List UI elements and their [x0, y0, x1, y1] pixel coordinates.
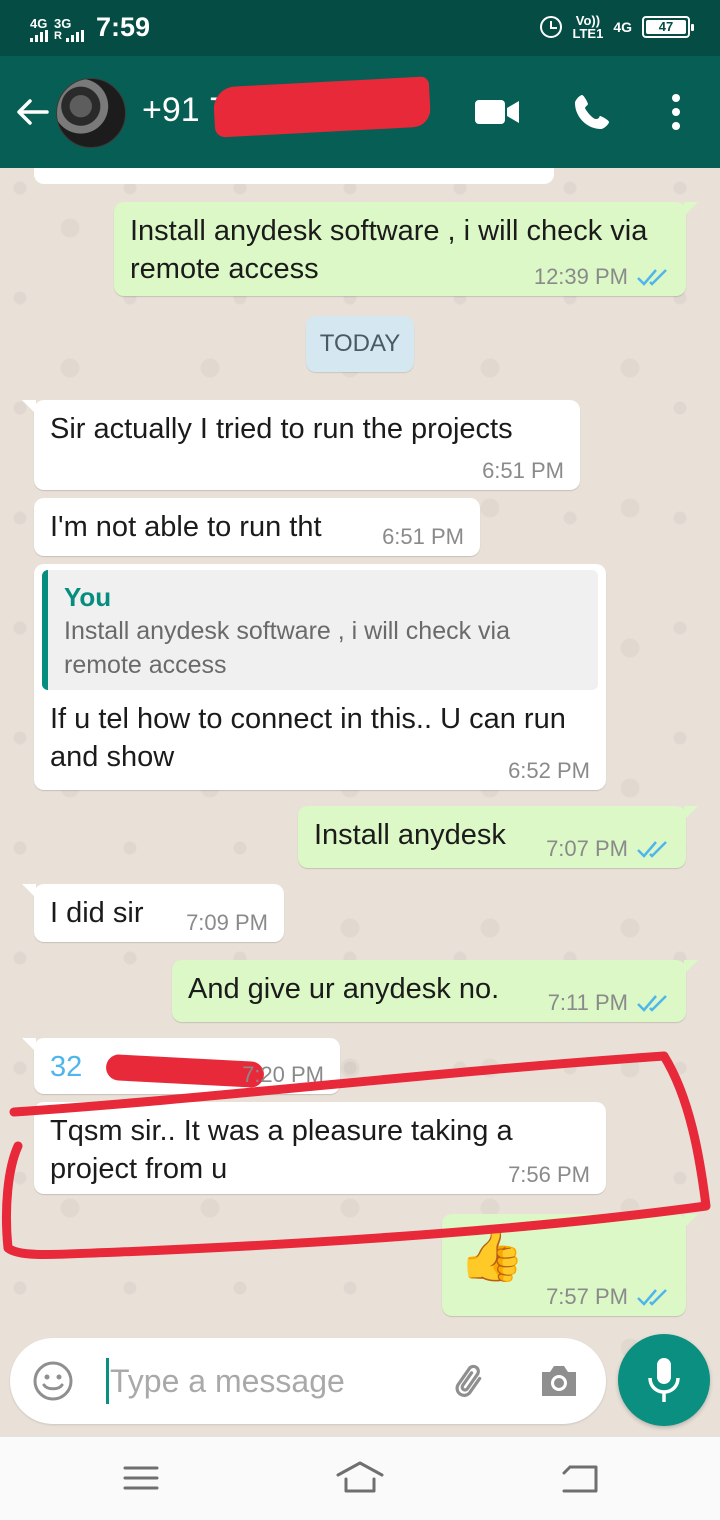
message-outgoing[interactable]: Install anydesk 7:07 PM [298, 806, 698, 868]
message-outgoing[interactable]: And give ur anydesk no. 7:11 PM [172, 960, 698, 1022]
alarm-icon [540, 16, 563, 38]
chat-area[interactable]: Install anydesk software , i will check … [0, 168, 720, 1436]
camera-icon[interactable] [538, 1362, 580, 1400]
signal-bars-icon [30, 30, 48, 42]
signal-bars-icon: R [54, 30, 84, 42]
message-meta: 12:39 PM [534, 264, 670, 290]
quote-author: You [64, 582, 112, 612]
volte-indicator: Vo)) LTE1 [572, 14, 603, 40]
message-meta: 6:52 PM [508, 758, 590, 784]
message-meta: 6:51 PM [482, 458, 564, 484]
previous-message-bubble [34, 168, 554, 184]
message-time: 6:51 PM [482, 458, 564, 483]
message-outgoing[interactable]: Install anydesk software , i will check … [114, 202, 698, 296]
message-meta: 6:51 PM [382, 524, 464, 550]
network-label-1: 4G [30, 16, 48, 31]
roaming-label: R [54, 30, 62, 42]
message-composer [10, 1338, 606, 1424]
double-check-icon [637, 995, 667, 1012]
message-time: 6:52 PM [508, 758, 590, 783]
double-check-icon [637, 269, 667, 286]
message-time: 7:56 PM [508, 1162, 590, 1187]
quoted-message[interactable]: You Install anydesk software , i will ch… [42, 570, 598, 690]
message-time: 7:20 PM [242, 1062, 324, 1087]
avatar[interactable] [56, 78, 126, 148]
mic-button[interactable] [618, 1334, 710, 1426]
message-text: Tqsm sir.. It was a pleasure taking a pr… [50, 1115, 513, 1185]
message-meta: 7:20 PM [242, 1062, 324, 1088]
chat-header: +91 73 [0, 56, 720, 168]
message-time: 7:57 PM [546, 1284, 628, 1309]
message-incoming[interactable]: Sir actually I tried to run the projects… [22, 400, 580, 490]
clock: 7:59 [95, 12, 150, 42]
message-time: 6:51 PM [382, 524, 464, 549]
phone-call-icon[interactable] [572, 92, 612, 132]
message-meta: 7:07 PM [546, 836, 670, 862]
message-incoming[interactable]: I'm not able to run tht 6:51 PM [34, 498, 480, 556]
message-outgoing[interactable]: 👍 7:57 PM [442, 1214, 698, 1316]
nav-back-icon[interactable] [560, 1461, 600, 1495]
network-indicator-2: 3G R [54, 17, 84, 42]
system-nav-bar [0, 1436, 720, 1520]
message-text: If u tel how to connect in this.. U can … [50, 703, 566, 773]
double-check-icon [637, 1289, 667, 1306]
back-arrow-icon[interactable] [14, 94, 50, 130]
double-check-icon [637, 841, 667, 858]
nav-home-icon[interactable] [334, 1459, 386, 1495]
status-right: Vo)) LTE1 4G 47 [540, 14, 694, 40]
message-incoming[interactable]: Tqsm sir.. It was a pleasure taking a pr… [34, 1102, 606, 1194]
attach-icon[interactable] [450, 1360, 492, 1402]
network-label-2: 3G [54, 16, 72, 31]
message-meta: 7:11 PM [548, 990, 670, 1016]
message-meta: 7:09 PM [186, 910, 268, 936]
message-incoming[interactable]: I did sir 7:09 PM [22, 884, 284, 942]
battery-level: 47 [646, 20, 686, 34]
message-incoming[interactable]: You Install anydesk software , i will ch… [34, 564, 606, 790]
nav-menu-icon[interactable] [122, 1463, 160, 1493]
video-call-icon[interactable] [474, 98, 520, 126]
mic-icon [648, 1358, 680, 1402]
message-incoming[interactable]: 32 7:20 PM [22, 1038, 340, 1094]
emoji-icon[interactable] [32, 1360, 74, 1402]
text-cursor [106, 1358, 109, 1404]
status-bar: 4G 3G R 7:59 Vo)) LTE1 4G 47 [0, 0, 720, 56]
date-chip: TODAY [306, 316, 414, 372]
status-left: 4G 3G R 7:59 [30, 12, 150, 42]
message-time: 7:09 PM [186, 910, 268, 935]
message-meta: 7:56 PM [508, 1162, 590, 1188]
message-time: 12:39 PM [533, 264, 628, 289]
more-vertical-icon[interactable] [662, 92, 690, 132]
battery-icon: 47 [642, 16, 694, 38]
quote-text: Install anydesk software , i will check … [64, 617, 511, 679]
message-time: 7:11 PM [547, 990, 628, 1015]
message-time: 7:07 PM [546, 836, 628, 861]
lte-label: LTE1 [572, 26, 604, 41]
thumbs-up-emoji: 👍 [458, 1224, 526, 1284]
network-label-3: 4G [613, 19, 632, 35]
network-indicator-1: 4G [30, 17, 48, 42]
message-meta: 7:57 PM [546, 1284, 670, 1310]
message-input[interactable] [110, 1356, 430, 1406]
message-text: Sir actually I tried to run the projects [50, 413, 513, 445]
